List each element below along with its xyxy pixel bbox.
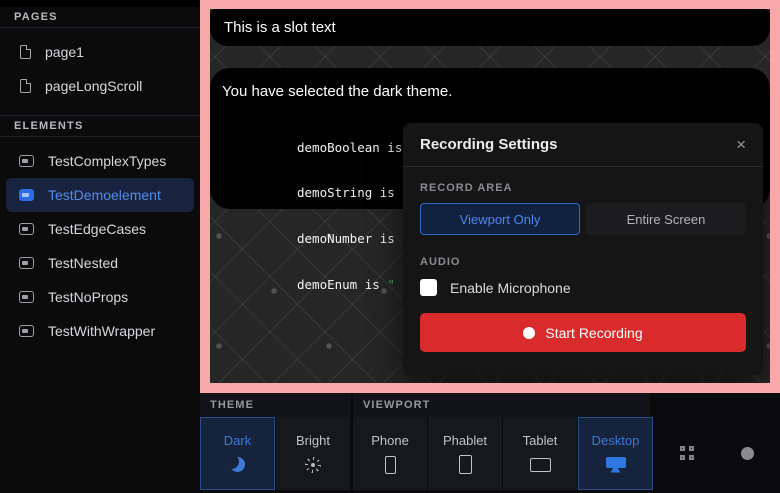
sidebar-item-label: TestNoProps bbox=[48, 289, 128, 305]
start-recording-label: Start Recording bbox=[545, 325, 642, 341]
modal-title: Recording Settings bbox=[420, 136, 558, 153]
sidebar-item-pagelongscroll[interactable]: pageLongScroll bbox=[6, 69, 194, 103]
record-area-label: RECORD AREA bbox=[420, 182, 746, 194]
code-prop: demoNumber is bbox=[297, 231, 402, 246]
sidebar-item-label: TestWithWrapper bbox=[48, 323, 155, 339]
viewport-section-label: VIEWPORT bbox=[363, 399, 430, 411]
recording-settings-modal: Recording Settings × RECORD AREA Viewpor… bbox=[403, 123, 763, 375]
theme-button-dark[interactable]: Dark bbox=[200, 417, 275, 490]
preview-frame: This is a slot text You have selected th… bbox=[200, 0, 780, 393]
slot-text: This is a slot text bbox=[224, 19, 336, 36]
icon-slot bbox=[385, 455, 396, 475]
icon-slot bbox=[459, 455, 472, 475]
document-icon bbox=[20, 79, 31, 93]
entire-screen-button[interactable]: Entire Screen bbox=[586, 203, 746, 235]
sidebar-item-label: TestDemoelement bbox=[48, 187, 161, 203]
viewport-only-button[interactable]: Viewport Only bbox=[420, 203, 580, 235]
element-icon bbox=[19, 223, 34, 235]
theme-button-label: Dark bbox=[224, 433, 251, 448]
viewport-button-label: Desktop bbox=[592, 433, 640, 448]
viewport-button-phablet[interactable]: Phablet bbox=[428, 417, 502, 490]
code-prop: demoBoolean is bbox=[297, 140, 410, 155]
fullscreen-icon[interactable] bbox=[680, 446, 694, 460]
theme-button-bright[interactable]: Bright bbox=[276, 417, 350, 490]
tablet-icon bbox=[530, 458, 551, 472]
record-area-segmented-control: Viewport Only Entire Screen bbox=[420, 203, 746, 235]
bottom-toolbar: THEME Dark Bright VIEWPORT Phone Phablet bbox=[200, 393, 780, 493]
elements-list: TestComplexTypes TestDemoelement TestEdg… bbox=[0, 137, 200, 352]
viewport-button-label: Tablet bbox=[523, 433, 558, 448]
element-icon bbox=[19, 189, 34, 201]
elements-section-header: ELEMENTS bbox=[0, 115, 200, 137]
sidebar-item-testedgecases[interactable]: TestEdgeCases bbox=[6, 212, 194, 246]
theme-section-label: THEME bbox=[210, 399, 254, 411]
sidebar-item-page1[interactable]: page1 bbox=[6, 35, 194, 69]
sidebar-item-label: pageLongScroll bbox=[45, 78, 142, 94]
modal-body: RECORD AREA Viewport Only Entire Screen … bbox=[403, 167, 763, 352]
element-icon bbox=[19, 325, 34, 337]
code-prop: demoString is bbox=[297, 185, 402, 200]
close-icon[interactable]: × bbox=[736, 136, 746, 153]
code-prop: demoEnum is bbox=[297, 277, 387, 292]
icon-slot bbox=[606, 455, 626, 475]
element-icon bbox=[19, 155, 34, 167]
document-icon bbox=[20, 45, 31, 59]
element-icon bbox=[19, 291, 34, 303]
sidebar-item-testdemoelement[interactable]: TestDemoelement bbox=[6, 178, 194, 212]
desktop-icon bbox=[606, 457, 626, 473]
sidebar-top-strip bbox=[0, 0, 200, 7]
viewport-buttons: Phone Phablet Tablet Desktop bbox=[353, 417, 654, 490]
toolbar-right-actions bbox=[654, 413, 780, 493]
pages-section-label: PAGES bbox=[14, 11, 58, 23]
viewport-button-desktop[interactable]: Desktop bbox=[578, 417, 653, 490]
enable-microphone-checkbox[interactable] bbox=[420, 279, 437, 296]
sidebar: PAGES page1 pageLongScroll ELEMENTS Test… bbox=[0, 0, 200, 493]
viewport-button-label: Phone bbox=[371, 433, 409, 448]
start-recording-button[interactable]: Start Recording bbox=[420, 313, 746, 352]
viewport-button-tablet[interactable]: Tablet bbox=[503, 417, 577, 490]
theme-message: You have selected the dark theme. bbox=[222, 83, 758, 100]
sidebar-item-label: TestEdgeCases bbox=[48, 221, 146, 237]
record-dot-icon bbox=[523, 327, 535, 339]
theme-buttons: Dark Bright bbox=[200, 417, 351, 490]
sidebar-item-testnested[interactable]: TestNested bbox=[6, 246, 194, 280]
code-value: " bbox=[387, 277, 395, 292]
viewport-section-header: VIEWPORT bbox=[353, 393, 650, 417]
sidebar-item-testwithwrapper[interactable]: TestWithWrapper bbox=[6, 314, 194, 348]
element-icon bbox=[19, 257, 34, 269]
audio-label: AUDIO bbox=[420, 256, 746, 268]
elements-section-label: ELEMENTS bbox=[14, 120, 84, 132]
phablet-icon bbox=[459, 455, 472, 474]
theme-button-label: Bright bbox=[296, 433, 330, 448]
viewport-button-phone[interactable]: Phone bbox=[353, 417, 427, 490]
enable-microphone-row: Enable Microphone bbox=[420, 279, 746, 296]
sidebar-item-testnoprops[interactable]: TestNoProps bbox=[6, 280, 194, 314]
moon-icon bbox=[230, 457, 245, 472]
viewport-group: VIEWPORT Phone Phablet Tablet Desktop bbox=[353, 393, 654, 493]
record-button-icon[interactable] bbox=[741, 447, 754, 460]
sidebar-item-label: TestComplexTypes bbox=[48, 153, 166, 169]
sidebar-item-testcomplextypes[interactable]: TestComplexTypes bbox=[6, 144, 194, 178]
sidebar-item-label: TestNested bbox=[48, 255, 118, 271]
viewport-button-label: Phablet bbox=[443, 433, 487, 448]
slot-text-banner: This is a slot text bbox=[210, 9, 770, 46]
enable-microphone-label: Enable Microphone bbox=[450, 280, 571, 296]
phone-icon bbox=[385, 456, 396, 474]
icon-slot bbox=[230, 455, 245, 475]
modal-header: Recording Settings × bbox=[403, 123, 763, 167]
sidebar-item-label: page1 bbox=[45, 44, 84, 60]
icon-slot bbox=[530, 455, 551, 475]
pages-list: page1 pageLongScroll bbox=[0, 28, 200, 107]
theme-section-header: THEME bbox=[200, 393, 351, 417]
sun-icon bbox=[305, 457, 321, 473]
pages-section-header: PAGES bbox=[0, 7, 200, 28]
theme-group: THEME Dark Bright bbox=[200, 393, 351, 493]
icon-slot bbox=[305, 455, 321, 475]
